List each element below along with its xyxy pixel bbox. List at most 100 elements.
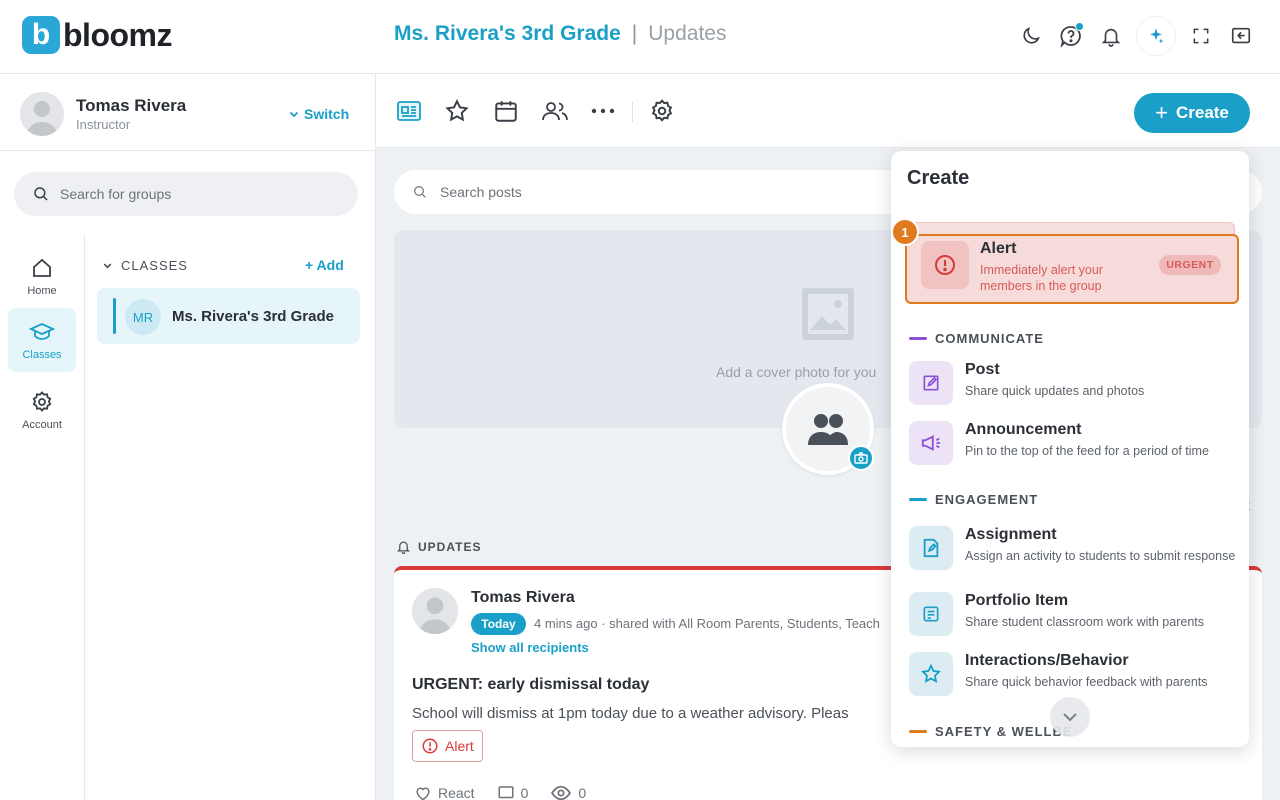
menu-item-description: Pin to the top of the feed for a period …	[965, 444, 1209, 458]
help-icon[interactable]	[1056, 16, 1086, 56]
rail-item-account[interactable]: Account	[8, 378, 76, 442]
title-separator: |	[631, 22, 638, 45]
home-icon	[33, 258, 51, 277]
updates-heading-label: UPDATES	[418, 539, 482, 554]
post-author[interactable]: Tomas Rivera	[471, 589, 575, 607]
rail-item-home[interactable]: Home	[8, 244, 76, 308]
plus-icon: +	[305, 257, 317, 273]
profile-role: Instructor	[76, 117, 131, 132]
chevron-down-icon	[289, 111, 299, 118]
avatar[interactable]	[412, 588, 458, 634]
create-menu: Create Alert Immediately alert your memb…	[891, 151, 1249, 747]
create-post-item[interactable]: Post Share quick updates and photos	[909, 361, 1239, 411]
post-actions: React 0 0	[414, 784, 586, 800]
react-button[interactable]: React	[414, 785, 475, 800]
image-icon	[802, 288, 854, 340]
bloomz-logo[interactable]: b bloomz	[22, 16, 172, 54]
alert-item-name: Alert	[980, 240, 1017, 257]
bell-icon[interactable]	[1096, 16, 1126, 56]
rail-label-home: Home	[27, 284, 57, 297]
create-behavior-item[interactable]: Interactions/Behavior Share quick behavi…	[909, 652, 1239, 702]
top-bar: b bloomz Ms. Rivera's 3rd Grade | Update…	[0, 0, 1280, 74]
star-icon	[909, 652, 953, 696]
create-button[interactable]: + Create	[1134, 93, 1250, 133]
class-initials-badge: MR	[125, 299, 161, 335]
menu-item-description: Share student classroom work with parent…	[965, 615, 1204, 629]
header-actions	[1016, 16, 1256, 56]
moon-icon[interactable]	[1016, 16, 1046, 56]
camera-icon[interactable]	[848, 445, 874, 471]
alert-icon	[921, 241, 969, 289]
avatar[interactable]	[20, 92, 64, 136]
assignment-icon	[909, 526, 953, 570]
section-heading-communicate: COMMUNICATE	[909, 331, 1044, 346]
logo-text: bloomz	[63, 16, 172, 53]
class-name: Ms. Rivera's 3rd Grade	[172, 308, 334, 325]
settings-icon[interactable]	[647, 96, 677, 126]
section-heading-label: ENGAGEMENT	[935, 492, 1039, 507]
comments-button[interactable]: 0	[497, 784, 529, 800]
bell-icon	[396, 541, 411, 554]
rail-item-classes[interactable]: Classes	[8, 308, 76, 372]
post-search-placeholder: Search posts	[440, 184, 522, 200]
class-item[interactable]: MR Ms. Rivera's 3rd Grade	[97, 288, 360, 344]
create-portfolio-item[interactable]: Portfolio Item Share student classroom w…	[909, 592, 1239, 642]
plus-icon: +	[1155, 100, 1168, 125]
menu-item-name: Interactions/Behavior	[965, 652, 1129, 669]
updates-heading: UPDATES	[396, 539, 481, 554]
page-title: Ms. Rivera's 3rd Grade | Updates	[394, 22, 726, 46]
section-line	[909, 730, 927, 733]
scroll-down-button[interactable]	[1050, 697, 1090, 737]
edit-icon	[909, 361, 953, 405]
menu-item-name: Post	[965, 361, 1000, 378]
search-icon	[414, 186, 426, 198]
cover-photo-prompt: Add a cover photo for you	[716, 364, 877, 380]
megaphone-icon	[909, 421, 953, 465]
active-indicator	[113, 298, 116, 334]
group-search-placeholder: Search for groups	[60, 186, 172, 202]
alert-icon	[422, 738, 438, 754]
more-icon[interactable]	[588, 96, 618, 126]
views-indicator: 0	[550, 785, 586, 800]
comment-icon	[498, 786, 514, 799]
logo-mark: b	[22, 16, 60, 54]
group-search-input[interactable]: Search for groups	[14, 172, 358, 216]
chevron-down-icon	[103, 263, 112, 269]
nav-rail: Home Classes Account	[0, 234, 85, 800]
create-alert-item[interactable]: Alert Immediately alert your members in …	[905, 234, 1239, 304]
section-heading-safety: SAFETY & WELLBE	[909, 724, 1073, 739]
star-icon[interactable]	[442, 96, 472, 126]
alert-tag-label: Alert	[445, 738, 474, 754]
date-pill: Today	[471, 613, 526, 635]
chevron-down-icon	[1063, 713, 1077, 722]
feed-icon[interactable]	[394, 96, 424, 126]
search-icon	[34, 187, 48, 201]
menu-item-description: Share quick behavior feedback with paren…	[965, 675, 1208, 689]
comments-count: 0	[520, 785, 529, 800]
react-label: React	[438, 785, 475, 800]
show-all-recipients-link[interactable]: Show all recipients	[471, 640, 589, 655]
add-class-button[interactable]: + Add	[305, 257, 344, 273]
fullscreen-icon[interactable]	[1186, 16, 1216, 56]
views-count: 0	[578, 785, 587, 800]
menu-item-description: Assign an activity to students to submit…	[965, 549, 1236, 563]
add-label: Add	[316, 257, 344, 273]
calendar-icon[interactable]	[491, 96, 521, 126]
profile-name: Tomas Rivera	[76, 96, 187, 115]
people-icon[interactable]	[540, 96, 570, 126]
collapse-panel-icon[interactable]	[1226, 16, 1256, 56]
graduation-cap-icon	[29, 322, 55, 340]
alert-item-description: Immediately alert your members in the gr…	[980, 263, 1103, 293]
menu-item-name: Portfolio Item	[965, 592, 1069, 609]
rail-label-classes: Classes	[22, 348, 62, 361]
rail-label-account: Account	[22, 418, 62, 431]
create-announcement-item[interactable]: Announcement Pin to the top of the feed …	[909, 421, 1239, 471]
switch-button[interactable]: Switch	[288, 106, 349, 122]
create-label: Create	[1175, 103, 1229, 122]
section-heading-label: COMMUNICATE	[935, 331, 1044, 346]
menu-item-description: Share quick updates and photos	[965, 384, 1145, 398]
create-assignment-item[interactable]: Assignment Assign an activity to student…	[909, 526, 1239, 576]
classes-heading[interactable]: CLASSES	[102, 258, 188, 273]
sparkle-icon[interactable]	[1136, 16, 1176, 56]
group-name[interactable]: Ms. Rivera's 3rd Grade	[394, 22, 621, 46]
